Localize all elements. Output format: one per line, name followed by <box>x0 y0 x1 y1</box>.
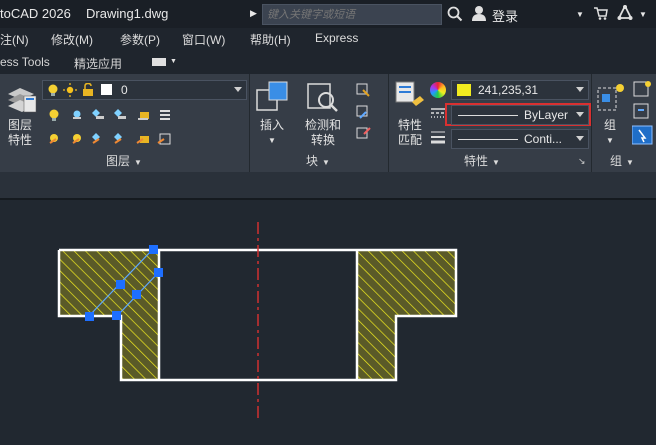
group-dropdown-icon: ▼ <box>606 136 614 145</box>
match-properties-label-1: 特性 <box>397 118 422 132</box>
panel-group-label[interactable]: 组 ▼ <box>610 152 634 169</box>
group-icon[interactable] <box>596 82 628 118</box>
layer-tools-row-1 <box>49 109 170 121</box>
linetype-preview-line <box>458 115 518 116</box>
detect-convert-icon[interactable] <box>306 80 340 114</box>
color-wheel-icon[interactable] <box>430 82 446 98</box>
linetype-icon <box>431 108 445 118</box>
color-dropdown[interactable]: 241,235,31 <box>451 80 589 100</box>
app-title: toCAD 2026 <box>0 6 71 21</box>
lineweight-icon <box>431 131 445 144</box>
share-icon[interactable] <box>617 5 633 21</box>
menu-item-parametric[interactable]: 参数(P) <box>120 31 160 48</box>
detect-convert-label-1: 检测和 <box>304 118 341 132</box>
panel-layers-title: 图层 <box>106 154 131 168</box>
account-dropdown-icon[interactable]: ▼ <box>576 10 584 19</box>
drawing-canvas[interactable] <box>0 198 656 443</box>
layer-properties-button[interactable]: 图层 特性 <box>2 118 38 148</box>
drawing-svg <box>57 222 458 418</box>
group-button[interactable]: 组 ▼ <box>598 118 622 148</box>
layer-properties-label-2: 特性 <box>7 133 32 147</box>
layer-name-value: 0 <box>121 83 128 97</box>
panel-launcher-icon[interactable]: ↘ <box>578 156 586 167</box>
block-tools-group <box>356 83 371 139</box>
document-title: Drawing1.dwg <box>86 6 169 21</box>
tab-express-tools[interactable]: ess Tools <box>0 55 50 69</box>
layer-properties-icon[interactable] <box>6 82 38 114</box>
menu-item-help[interactable]: 帮助(H) <box>250 31 291 48</box>
tab-options-dropdown-icon[interactable]: ▼ <box>170 58 177 65</box>
lineweight-value: Conti... <box>524 132 563 146</box>
panel-divider <box>591 74 592 172</box>
panel-block-title: 块 <box>306 154 319 168</box>
layer-color-swatch <box>101 84 112 95</box>
login-link[interactable]: 登录 <box>492 6 518 25</box>
panel-dropdown-icon: ▼ <box>492 158 500 167</box>
lineweight-dropdown[interactable]: Conti... <box>451 129 589 149</box>
panel-group-title: 组 <box>610 154 623 168</box>
cart-icon[interactable] <box>594 7 608 20</box>
panel-dropdown-icon: ▼ <box>322 158 330 167</box>
tab-featured-apps[interactable]: 精选应用 <box>74 55 122 72</box>
file-tabs-bar <box>0 172 656 198</box>
title-bar: toCAD 2026 Drawing1.dwg ▶ 登录 ▼ ▼ <box>0 0 656 28</box>
chevron-down-icon <box>576 136 584 141</box>
detect-convert-button[interactable]: 检测和 转换 <box>298 118 348 148</box>
grip-handle[interactable] <box>112 311 121 320</box>
layer-dropdown[interactable]: 0 <box>42 80 247 100</box>
chevron-right-icon: ▶ <box>250 8 257 18</box>
ribbon: 图层 特性 0 图层 ▼ 插入 ▼ 检测和 转换 块 ▼ 特性 匹配 241,2… <box>0 74 656 172</box>
layer-on-bulb-icon <box>48 84 58 96</box>
chevron-down-icon <box>234 87 242 92</box>
match-properties-icon[interactable] <box>394 80 426 114</box>
search-box[interactable] <box>262 4 442 25</box>
linetype-value: ByLayer <box>524 108 569 122</box>
panel-layers-label[interactable]: 图层 ▼ <box>106 152 142 169</box>
panel-properties-title: 特性 <box>464 154 489 168</box>
panel-dropdown-icon: ▼ <box>626 158 634 167</box>
panel-block-label[interactable]: 块 ▼ <box>306 152 330 169</box>
ribbon-tab-strip: ess Tools 精选应用 ▼ <box>0 50 656 74</box>
chevron-down-icon <box>576 87 584 92</box>
menu-bar: 注(N) 修改(M) 参数(P) 窗口(W) 帮助(H) Express <box>0 28 656 50</box>
search-input[interactable] <box>263 6 441 24</box>
grip-handle[interactable] <box>116 280 125 289</box>
menu-item-window[interactable]: 窗口(W) <box>182 31 225 48</box>
insert-button[interactable]: 插入 ▼ <box>254 118 290 148</box>
menu-item-annotate[interactable]: 注(N) <box>0 31 29 48</box>
lineweight-preview-line <box>458 139 518 140</box>
color-swatch <box>457 84 471 96</box>
grip-handle[interactable] <box>132 290 141 299</box>
group-label: 组 <box>603 118 616 132</box>
layer-properties-label-1: 图层 <box>7 118 32 132</box>
layer-tools-group <box>49 109 171 145</box>
linetype-dropdown[interactable]: ByLayer <box>451 105 589 125</box>
panel-properties-label[interactable]: 特性 ▼ <box>464 152 500 169</box>
layer-thaw-sun-icon <box>63 83 77 97</box>
insert-dropdown-icon: ▼ <box>268 136 276 145</box>
user-icon[interactable] <box>471 5 487 21</box>
panel-divider <box>388 74 389 172</box>
menu-item-express[interactable]: Express <box>315 31 358 45</box>
detect-convert-label-2: 转换 <box>310 133 335 147</box>
group-tools-group <box>632 81 653 145</box>
panel-divider <box>249 74 250 172</box>
layer-tools-row-2 <box>49 133 171 145</box>
layer-unlock-icon <box>83 83 93 96</box>
chevron-down-icon <box>576 112 584 117</box>
insert-label: 插入 <box>259 118 284 132</box>
share-dropdown-icon[interactable]: ▼ <box>639 10 647 19</box>
panel-dropdown-icon: ▼ <box>134 158 142 167</box>
match-properties-label-2: 匹配 <box>397 133 422 147</box>
color-value: 241,235,31 <box>478 83 539 97</box>
tab-options-icon[interactable] <box>152 58 166 66</box>
match-properties-button[interactable]: 特性 匹配 <box>392 118 428 148</box>
grip-handle[interactable] <box>85 312 94 321</box>
grip-handle[interactable] <box>154 268 163 277</box>
search-icon[interactable] <box>447 6 463 22</box>
insert-block-icon[interactable] <box>255 80 289 114</box>
grip-handle[interactable] <box>149 245 158 254</box>
menu-item-modify[interactable]: 修改(M) <box>51 31 93 48</box>
